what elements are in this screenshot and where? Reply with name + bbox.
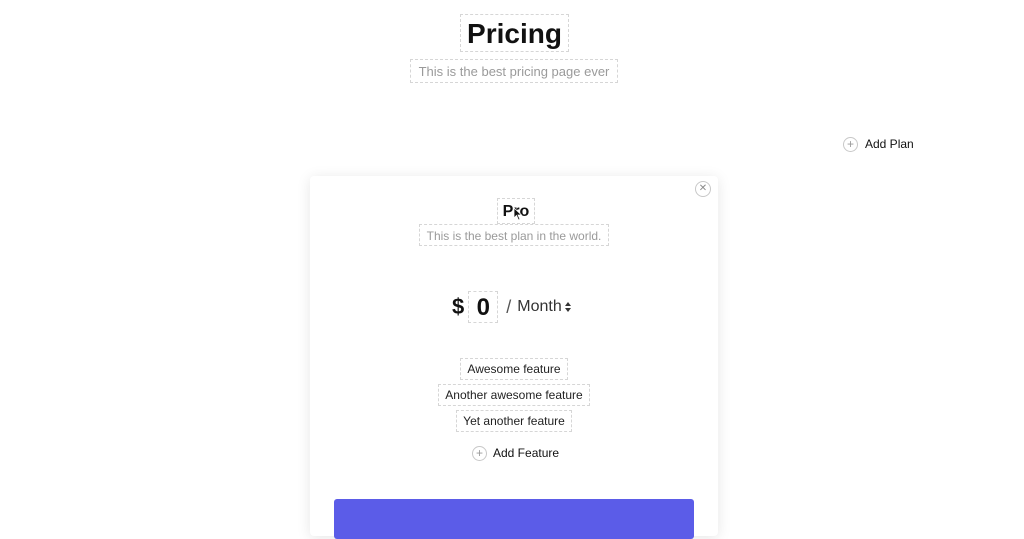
feature-item[interactable]: Another awesome feature <box>438 384 590 406</box>
currency-symbol: $ <box>452 294 465 319</box>
plan-card: ✕ Pro This is the best plan in the world… <box>310 176 718 539</box>
add-plan-label: Add Plan <box>865 137 914 151</box>
price-separator: / <box>506 296 512 317</box>
plan-cta-button[interactable] <box>334 499 694 539</box>
pointer-cursor-icon <box>513 207 523 221</box>
page-title[interactable]: Pricing <box>460 14 569 52</box>
plus-circle-icon: + <box>472 445 487 461</box>
page-subtitle[interactable]: This is the best pricing page ever <box>410 59 618 83</box>
plan-description[interactable]: This is the best plan in the world. <box>419 224 609 246</box>
price-input[interactable]: 0 <box>468 291 499 323</box>
plus-circle-icon: + <box>843 136 858 152</box>
billing-period-select[interactable]: Month <box>517 298 571 316</box>
feature-item[interactable]: Awesome feature <box>460 358 568 380</box>
add-plan-button[interactable]: + Add Plan <box>843 135 914 153</box>
close-plan-button[interactable]: ✕ <box>695 181 711 197</box>
feature-list: Awesome feature Another awesome feature … <box>310 358 718 432</box>
price-row: $ 0 / Month <box>452 290 572 324</box>
up-down-arrows-icon <box>564 302 571 312</box>
billing-period-value: Month <box>517 298 562 315</box>
close-icon: ✕ <box>698 183 708 194</box>
add-feature-button[interactable]: + Add Feature <box>472 444 559 462</box>
add-feature-label: Add Feature <box>493 446 560 460</box>
feature-item[interactable]: Yet another feature <box>456 410 572 432</box>
